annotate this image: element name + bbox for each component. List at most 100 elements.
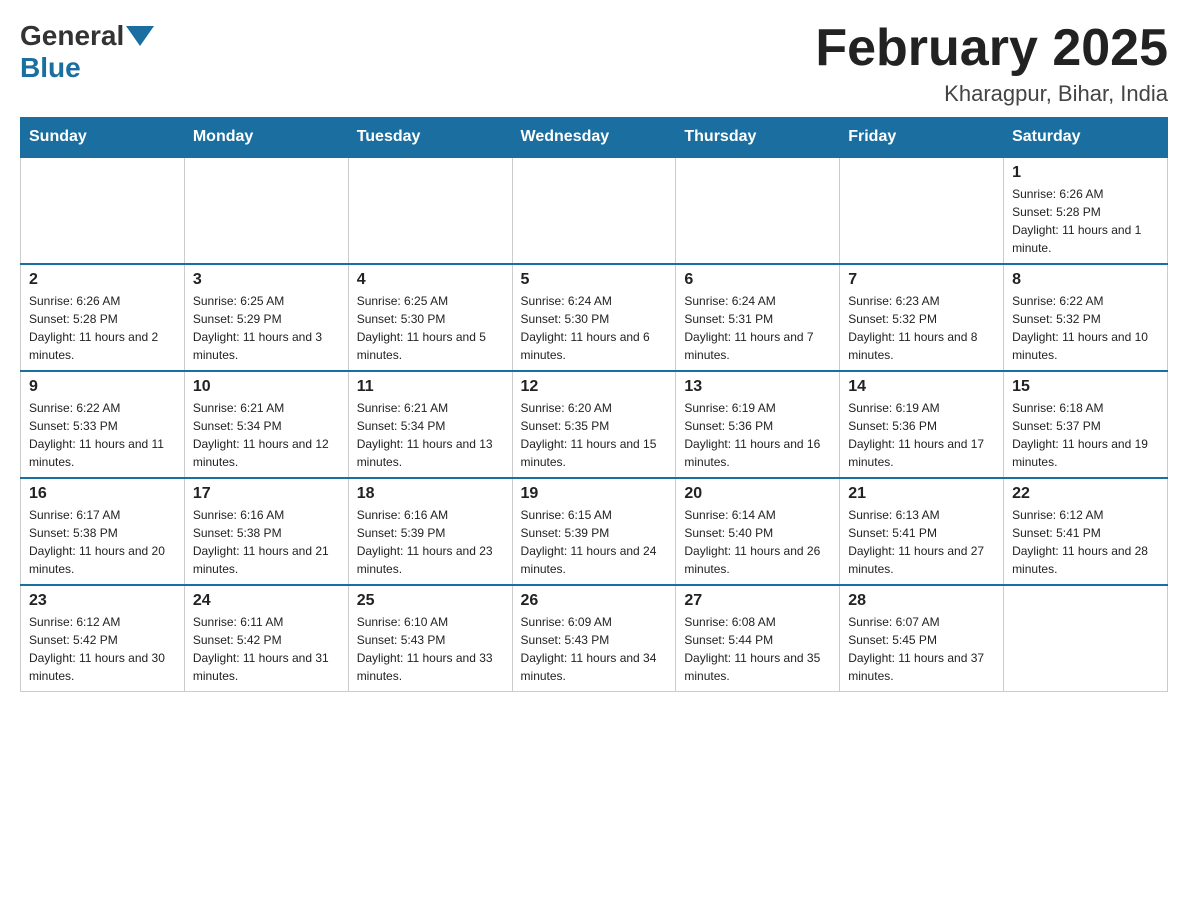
calendar-header-monday: Monday <box>184 118 348 158</box>
calendar-cell: 3Sunrise: 6:25 AM Sunset: 5:29 PM Daylig… <box>184 264 348 371</box>
calendar-cell: 16 Sunrise: 6:17 AM Sunset: 5:38 PM Dayli… <box>21 478 185 585</box>
calendar-table: SundayMondayTuesdayWednesdayThursdayFrid… <box>20 117 1168 692</box>
day-info: Sunrise: 6:22 AM Sunset: 5:33 PM Dayligh… <box>29 399 176 471</box>
day-number: 15 <box>1012 378 1159 396</box>
week-row-5: 23 Sunrise: 6:12 AM Sunset: 5:42 PM Dayli… <box>21 585 1168 692</box>
calendar-cell: 22 Sunrise: 6:12 AM Sunset: 5:41 PM Dayli… <box>1004 478 1168 585</box>
day-info: Sunrise: 6:12 AM Sunset: 5:41 PM Dayligh… <box>1012 506 1159 578</box>
calendar-cell: 13Sunrise: 6:19 AM Sunset: 5:36 PM Dayli… <box>676 371 840 478</box>
calendar-cell: 26 Sunrise: 6:09 AM Sunset: 5:43 PM Dayli… <box>512 585 676 692</box>
day-info: Sunrise: 6:11 AM Sunset: 5:42 PM Dayligh… <box>193 613 340 685</box>
calendar-cell: 19 Sunrise: 6:15 AM Sunset: 5:39 PM Dayli… <box>512 478 676 585</box>
calendar-cell: 10Sunrise: 6:21 AM Sunset: 5:34 PM Dayli… <box>184 371 348 478</box>
calendar-cell <box>184 157 348 264</box>
calendar-cell: 1 Sunrise: 6:26 AM Sunset: 5:28 PM Daylig… <box>1004 157 1168 264</box>
day-number: 21 <box>848 485 995 503</box>
day-info: Sunrise: 6:12 AM Sunset: 5:42 PM Dayligh… <box>29 613 176 685</box>
title-section: February 2025 Kharagpur, Bihar, India <box>815 20 1168 107</box>
day-number: 14 <box>848 378 995 396</box>
day-number: 27 <box>684 592 831 610</box>
calendar-cell: 15 Sunrise: 6:18 AM Sunset: 5:37 PM Dayli… <box>1004 371 1168 478</box>
calendar-header-thursday: Thursday <box>676 118 840 158</box>
day-number: 13 <box>684 378 831 396</box>
day-number: 16 <box>29 485 176 503</box>
day-info: Sunrise: 6:17 AM Sunset: 5:38 PM Dayligh… <box>29 506 176 578</box>
day-number: 11 <box>357 378 504 396</box>
calendar-cell: 5Sunrise: 6:24 AM Sunset: 5:30 PM Daylig… <box>512 264 676 371</box>
calendar-cell: 17 Sunrise: 6:16 AM Sunset: 5:38 PM Dayli… <box>184 478 348 585</box>
day-info: Sunrise: 6:13 AM Sunset: 5:41 PM Dayligh… <box>848 506 995 578</box>
day-number: 17 <box>193 485 340 503</box>
day-number: 22 <box>1012 485 1159 503</box>
day-info: Sunrise: 6:18 AM Sunset: 5:37 PM Dayligh… <box>1012 399 1159 471</box>
calendar-cell: 25 Sunrise: 6:10 AM Sunset: 5:43 PM Dayli… <box>348 585 512 692</box>
logo-triangle-icon <box>126 26 154 46</box>
calendar-cell: 23 Sunrise: 6:12 AM Sunset: 5:42 PM Dayli… <box>21 585 185 692</box>
day-number: 9 <box>29 378 176 396</box>
calendar-cell: 2Sunrise: 6:26 AM Sunset: 5:28 PM Daylig… <box>21 264 185 371</box>
day-info: Sunrise: 6:14 AM Sunset: 5:40 PM Dayligh… <box>684 506 831 578</box>
calendar-cell: 24 Sunrise: 6:11 AM Sunset: 5:42 PM Dayli… <box>184 585 348 692</box>
day-number: 4 <box>357 271 504 289</box>
calendar-cell <box>348 157 512 264</box>
day-info: Sunrise: 6:21 AM Sunset: 5:34 PM Dayligh… <box>357 399 504 471</box>
calendar-cell: 21 Sunrise: 6:13 AM Sunset: 5:41 PM Dayli… <box>840 478 1004 585</box>
calendar-cell <box>840 157 1004 264</box>
week-row-1: 1 Sunrise: 6:26 AM Sunset: 5:28 PM Daylig… <box>21 157 1168 264</box>
calendar-cell: 9 Sunrise: 6:22 AM Sunset: 5:33 PM Daylig… <box>21 371 185 478</box>
calendar-header-tuesday: Tuesday <box>348 118 512 158</box>
calendar-header-sunday: Sunday <box>21 118 185 158</box>
calendar-cell: 20Sunrise: 6:14 AM Sunset: 5:40 PM Dayli… <box>676 478 840 585</box>
day-number: 24 <box>193 592 340 610</box>
day-info: Sunrise: 6:08 AM Sunset: 5:44 PM Dayligh… <box>684 613 831 685</box>
day-number: 18 <box>357 485 504 503</box>
calendar-header-friday: Friday <box>840 118 1004 158</box>
day-number: 26 <box>521 592 668 610</box>
day-info: Sunrise: 6:25 AM Sunset: 5:30 PM Dayligh… <box>357 292 504 364</box>
calendar-cell: 18 Sunrise: 6:16 AM Sunset: 5:39 PM Dayli… <box>348 478 512 585</box>
day-number: 8 <box>1012 271 1159 289</box>
day-number: 5 <box>521 271 668 289</box>
day-info: Sunrise: 6:23 AM Sunset: 5:32 PM Dayligh… <box>848 292 995 364</box>
day-number: 23 <box>29 592 176 610</box>
calendar-cell: 8Sunrise: 6:22 AM Sunset: 5:32 PM Daylig… <box>1004 264 1168 371</box>
day-number: 28 <box>848 592 995 610</box>
day-info: Sunrise: 6:26 AM Sunset: 5:28 PM Dayligh… <box>29 292 176 364</box>
day-info: Sunrise: 6:25 AM Sunset: 5:29 PM Dayligh… <box>193 292 340 364</box>
calendar-cell: 14Sunrise: 6:19 AM Sunset: 5:36 PM Dayli… <box>840 371 1004 478</box>
day-number: 6 <box>684 271 831 289</box>
calendar-cell: 4 Sunrise: 6:25 AM Sunset: 5:30 PM Daylig… <box>348 264 512 371</box>
calendar-header-saturday: Saturday <box>1004 118 1168 158</box>
calendar-cell: 12 Sunrise: 6:20 AM Sunset: 5:35 PM Dayli… <box>512 371 676 478</box>
calendar-header-row: SundayMondayTuesdayWednesdayThursdayFrid… <box>21 118 1168 158</box>
day-number: 1 <box>1012 164 1159 182</box>
day-info: Sunrise: 6:10 AM Sunset: 5:43 PM Dayligh… <box>357 613 504 685</box>
day-info: Sunrise: 6:07 AM Sunset: 5:45 PM Dayligh… <box>848 613 995 685</box>
calendar-cell <box>1004 585 1168 692</box>
day-info: Sunrise: 6:16 AM Sunset: 5:39 PM Dayligh… <box>357 506 504 578</box>
logo: General Blue <box>20 20 156 84</box>
day-info: Sunrise: 6:15 AM Sunset: 5:39 PM Dayligh… <box>521 506 668 578</box>
calendar-cell: 11 Sunrise: 6:21 AM Sunset: 5:34 PM Dayli… <box>348 371 512 478</box>
month-title: February 2025 <box>815 20 1168 77</box>
day-info: Sunrise: 6:26 AM Sunset: 5:28 PM Dayligh… <box>1012 185 1159 257</box>
calendar-cell: 27 Sunrise: 6:08 AM Sunset: 5:44 PM Dayli… <box>676 585 840 692</box>
week-row-2: 2Sunrise: 6:26 AM Sunset: 5:28 PM Daylig… <box>21 264 1168 371</box>
day-number: 7 <box>848 271 995 289</box>
page-header: General Blue February 2025 Kharagpur, Bi… <box>20 20 1168 107</box>
calendar-cell: 28 Sunrise: 6:07 AM Sunset: 5:45 PM Dayli… <box>840 585 1004 692</box>
day-number: 19 <box>521 485 668 503</box>
calendar-cell <box>512 157 676 264</box>
day-info: Sunrise: 6:09 AM Sunset: 5:43 PM Dayligh… <box>521 613 668 685</box>
logo-blue-text: Blue <box>20 52 81 84</box>
day-info: Sunrise: 6:16 AM Sunset: 5:38 PM Dayligh… <box>193 506 340 578</box>
logo-general-text: General <box>20 20 124 52</box>
day-number: 25 <box>357 592 504 610</box>
calendar-cell: 7 Sunrise: 6:23 AM Sunset: 5:32 PM Daylig… <box>840 264 1004 371</box>
day-number: 12 <box>521 378 668 396</box>
calendar-cell <box>676 157 840 264</box>
calendar-cell <box>21 157 185 264</box>
day-info: Sunrise: 6:20 AM Sunset: 5:35 PM Dayligh… <box>521 399 668 471</box>
week-row-3: 9 Sunrise: 6:22 AM Sunset: 5:33 PM Daylig… <box>21 371 1168 478</box>
day-info: Sunrise: 6:21 AM Sunset: 5:34 PM Dayligh… <box>193 399 340 471</box>
